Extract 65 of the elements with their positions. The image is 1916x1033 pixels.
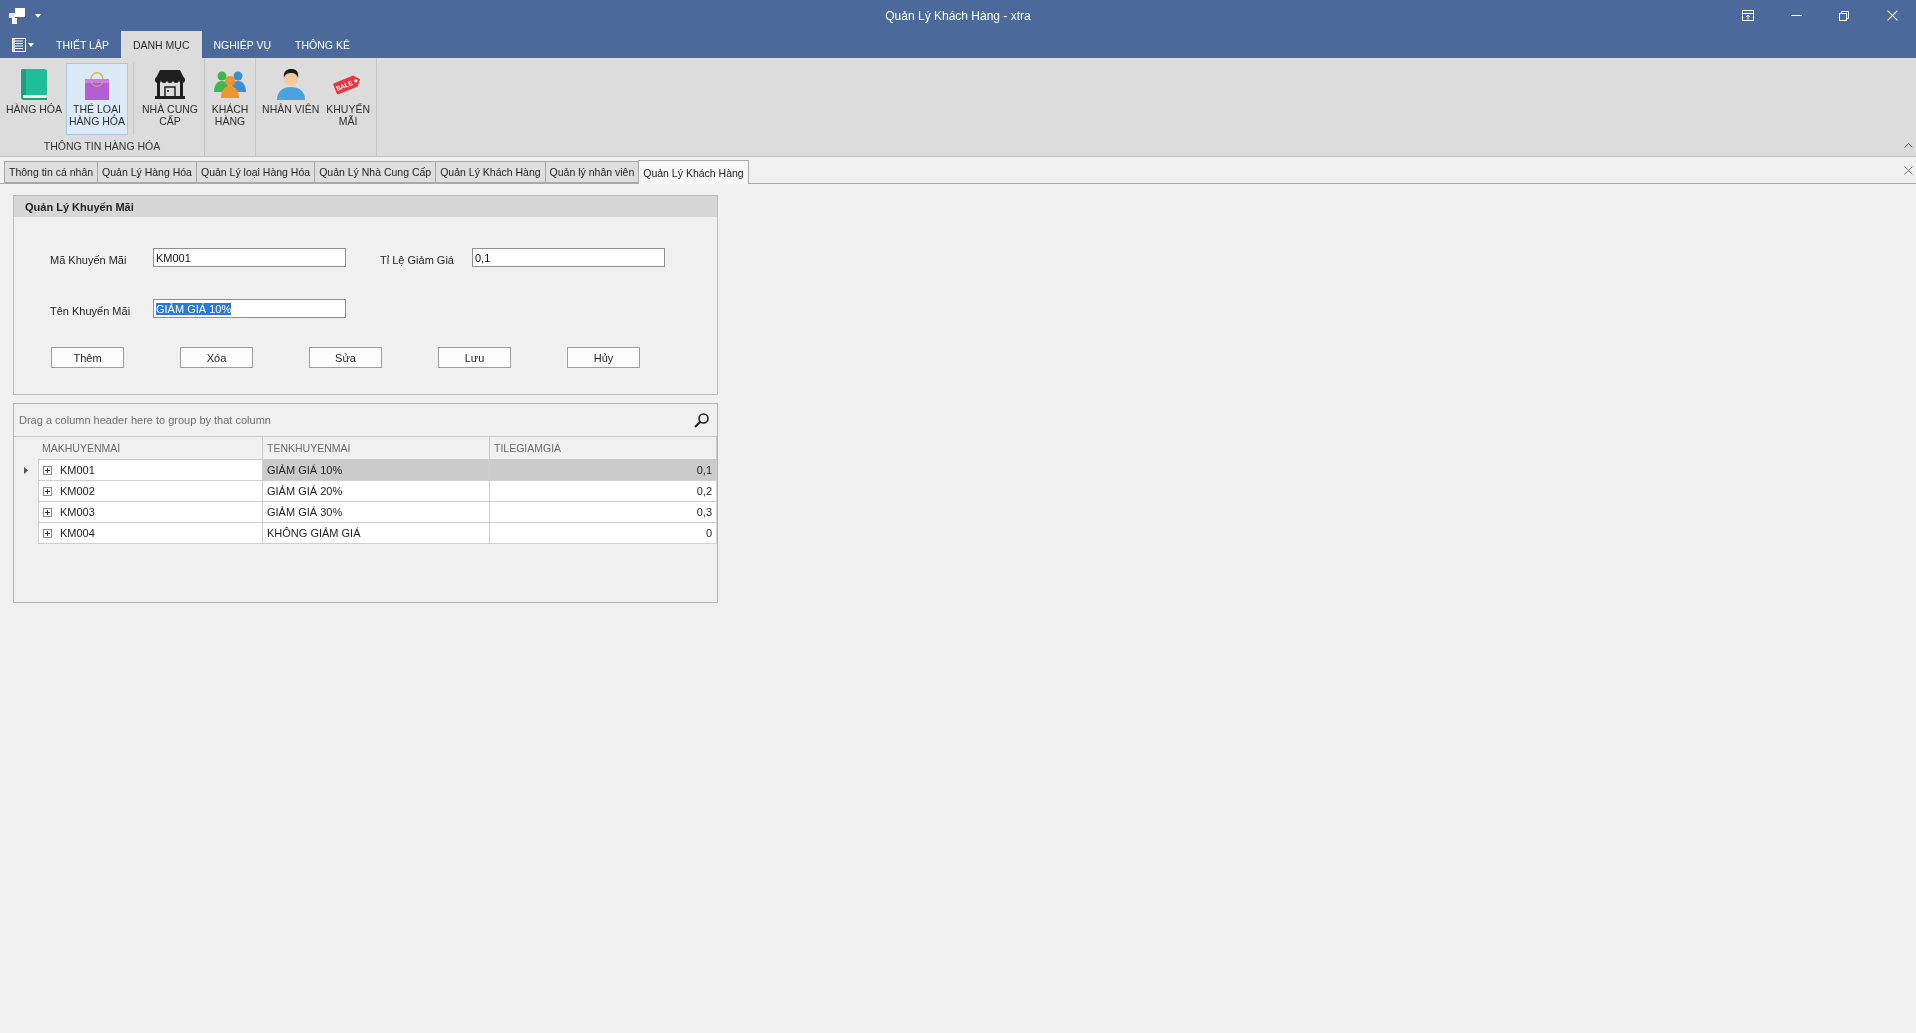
table-cell: 0,2 [490,481,717,502]
caret-icon[interactable] [28,42,34,47]
table-cell: GIẢM GIÁ 10% [263,460,490,481]
ribbon-tab[interactable]: THÔNG KÊ [283,31,362,58]
document-tab[interactable]: Quản lý nhân viên [544,161,640,183]
minimize-icon[interactable] [1790,15,1802,16]
cell-text: KM002 [60,485,95,497]
ribbon-display-options-icon[interactable] [1742,10,1754,21]
document-tab[interactable]: Quản Lý Khách Hàng [435,161,546,183]
menu-icon[interactable] [12,37,26,52]
add-button[interactable]: Thêm [51,347,124,368]
table-cell: GIẢM GIÁ 20% [263,481,490,502]
save-button[interactable]: Lưu [438,347,511,368]
ribbon-button[interactable]: NHÀ CUNG CẤP [139,63,202,135]
table-cell: 0,1 [490,460,717,481]
expand-icon[interactable] [43,465,52,475]
close-icon[interactable] [1904,165,1913,175]
field-label: Mã Khuyến Mãi [50,253,128,266]
document-tab[interactable]: Quản Lý Nhà Cung Cấp [314,161,437,183]
window-title: Quản Lý Khách Hàng - xtra [885,8,1031,23]
document-tab[interactable]: Quản Lý Hàng Hóa [97,161,197,183]
people-icon [214,70,247,98]
cell-text: KM003 [60,506,95,518]
edit-button[interactable]: Sửa [309,347,382,368]
book-icon [21,68,47,100]
group-by-hint: Drag a column header here to group by that column [19,414,271,426]
chevron-up-icon[interactable] [1904,143,1913,148]
input-field[interactable]: 0,1 [472,248,665,267]
search-icon[interactable] [694,412,709,428]
column-header[interactable]: MAKHUYENMAI [38,437,263,460]
caret-icon[interactable] [35,13,41,18]
column-header[interactable]: TILEGIAMGIA [490,437,717,460]
input-field[interactable]: GIẢM GIÁ 10% [153,299,346,318]
expand-icon[interactable] [43,507,52,517]
app-logo-icon[interactable] [9,7,25,24]
ribbon-tab[interactable]: THIẾT LẬP [44,31,121,58]
cell-text: KM001 [60,464,95,476]
ribbon-tab[interactable]: NGHIỆP VỤ [201,31,284,58]
field-label: Tỉ Lệ Giảm Giá [380,253,455,266]
document-tab[interactable]: Quản Lý Khách Hàng [638,160,749,184]
document-tab[interactable]: Thông tin cá nhân [4,161,99,183]
row-indicator-icon [24,467,28,474]
field-label: Tên Khuyến Mãi [50,304,132,317]
cell-text: KM004 [60,527,95,539]
table-cell: GIẢM GIÁ 30% [263,502,490,523]
ribbon-tab[interactable]: DANH MỤC [120,31,202,58]
table-cell: 0 [490,523,717,544]
table-cell: KHÔNG GIẢM GIÁ [263,523,490,544]
person-icon [276,68,305,100]
ribbon-button[interactable]: NHÂN VIÊN [259,63,323,135]
table-cell: 0,3 [490,502,717,523]
document-tab[interactable]: Quản Lý loại Hàng Hóa [195,161,316,183]
ribbon-group-label: THÔNG TIN HÀNG HÓA [42,138,162,154]
delete-button[interactable]: Xóa [180,347,253,368]
ribbon-button[interactable]: THỂ LOẠI HÀNG HÓA [66,63,129,135]
restore-icon[interactable] [1839,10,1849,21]
panel-title: Quản Lý Khuyến Mãi [14,196,717,217]
expand-icon[interactable] [43,486,52,496]
expand-icon[interactable] [43,528,52,538]
column-header[interactable]: TENKHUYENMAI [263,437,490,460]
ribbon-button[interactable]: KHÁCH HÀNG [208,63,253,135]
ribbon-button[interactable]: HÀNG HÓA [3,63,65,135]
market-stall-icon [155,69,186,99]
input-field[interactable]: KM001 [153,248,346,267]
cancel-button[interactable]: Hủy [567,347,640,368]
